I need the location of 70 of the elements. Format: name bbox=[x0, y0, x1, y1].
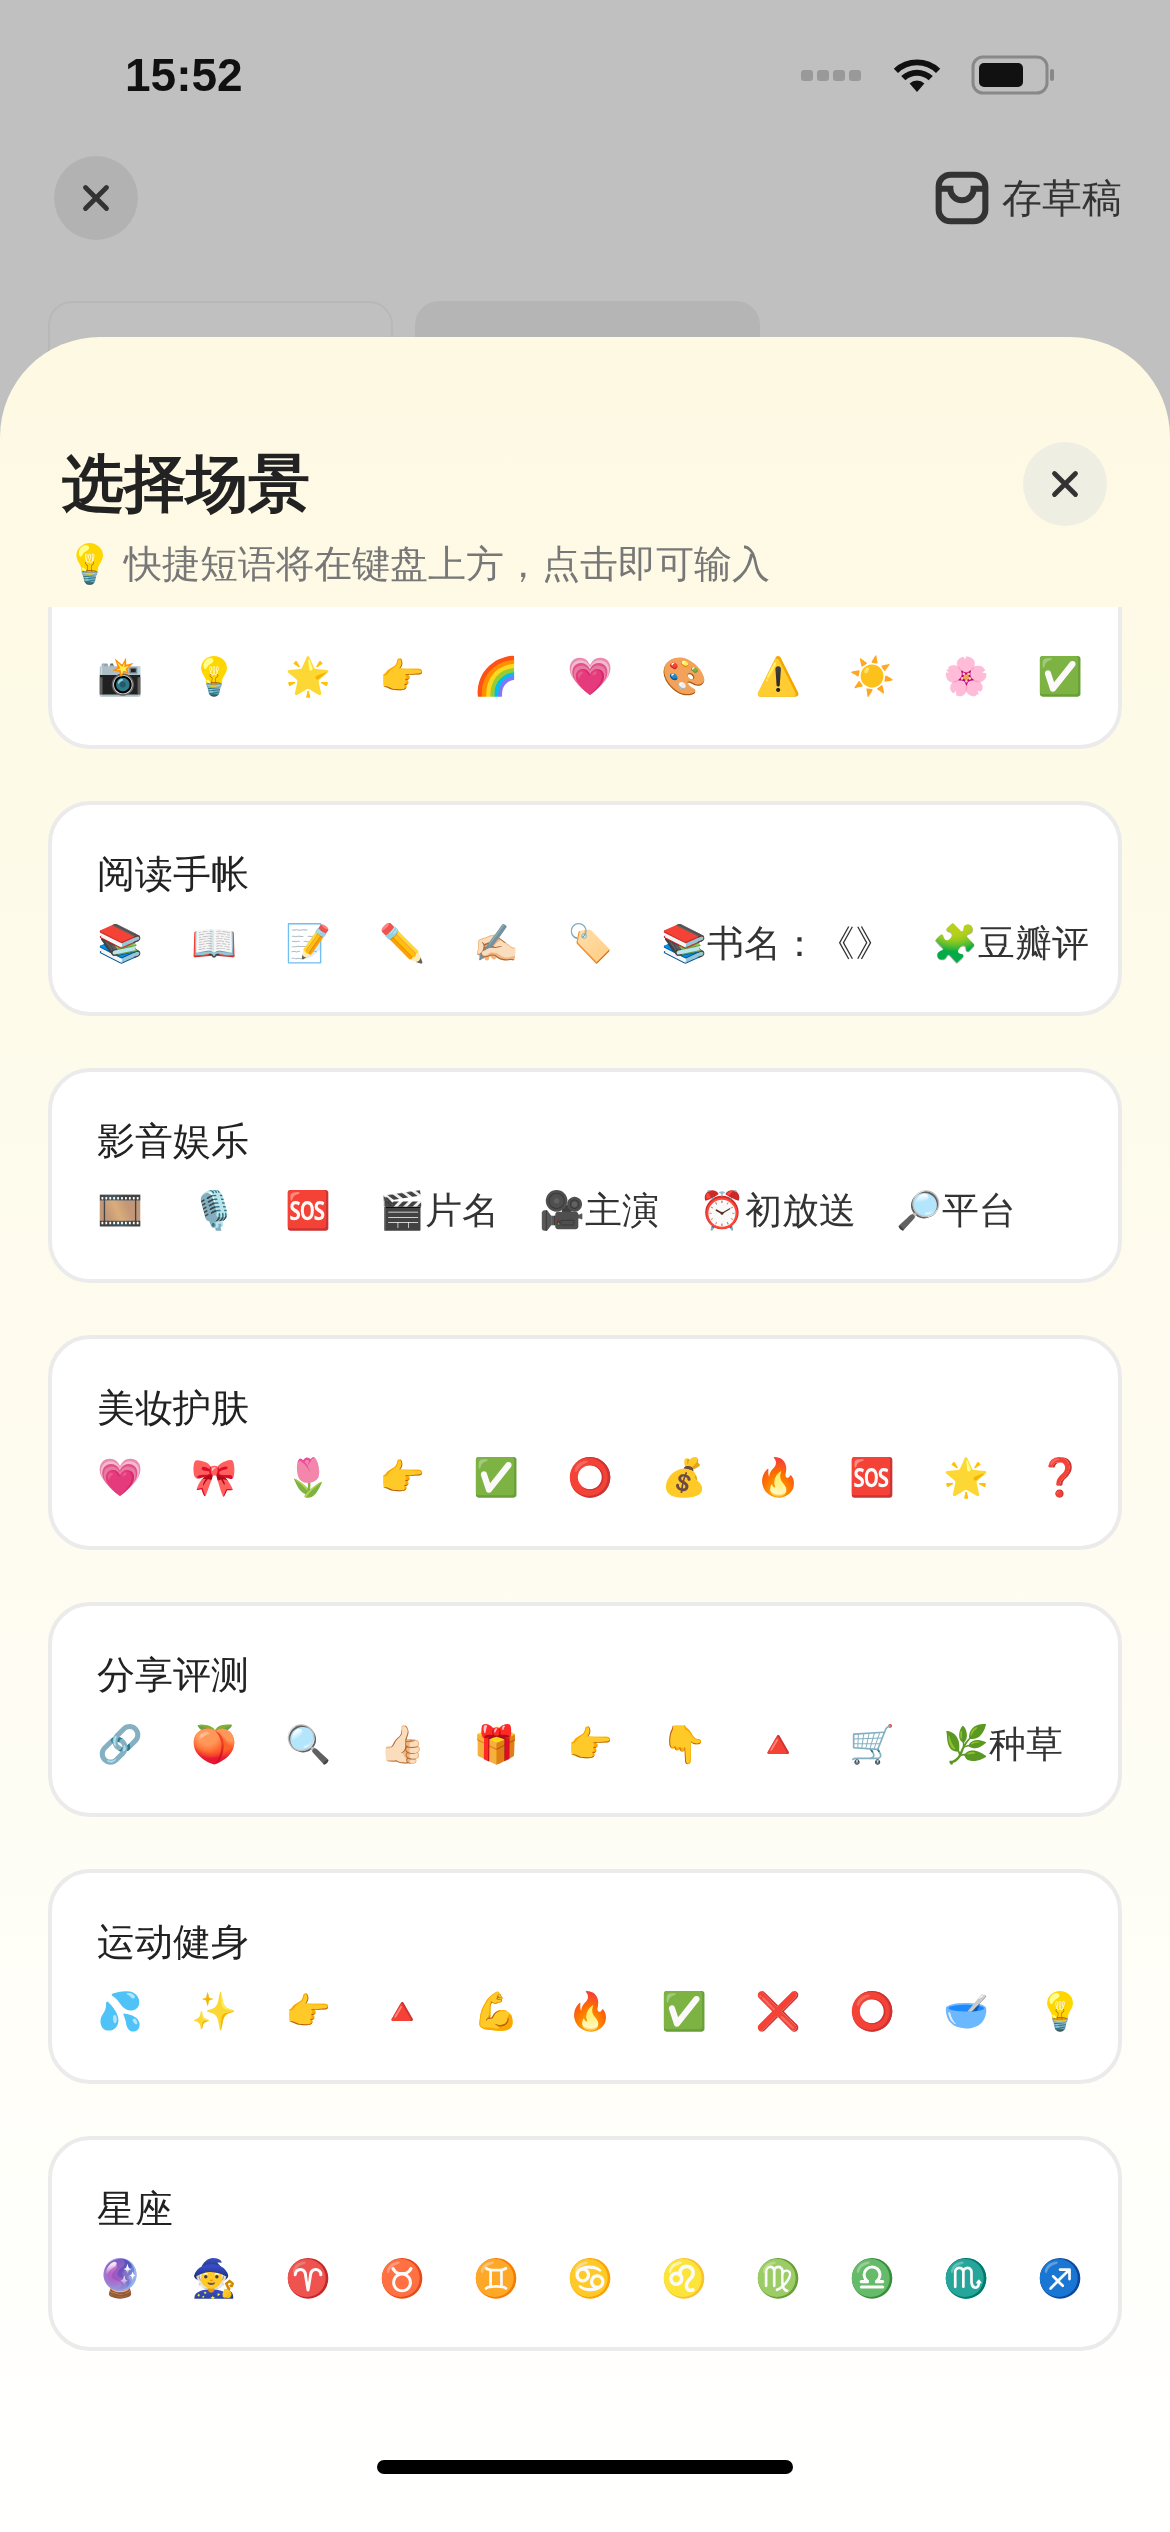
phrase-chip[interactable]: ✅ bbox=[473, 1459, 527, 1496]
phrase-chip[interactable]: 🔥 bbox=[567, 1993, 621, 2030]
phrase-chip[interactable]: ♈ bbox=[285, 2260, 339, 2297]
phrase-chip[interactable]: ✍🏻 bbox=[473, 925, 527, 962]
phrase-chip[interactable]: 🛒 bbox=[849, 1726, 903, 1763]
phrase-chip[interactable]: 🏷 bbox=[567, 925, 621, 962]
save-draft-button[interactable]: 存草稿 bbox=[934, 168, 1122, 228]
phrase-chip[interactable]: ⭕ bbox=[567, 1459, 621, 1496]
sheet-title: 选择场景 bbox=[62, 448, 310, 520]
hint-text: 💡 快捷短语将在键盘上方，点击即可输入 bbox=[66, 542, 771, 587]
phrase-chip[interactable]: 🌷 bbox=[285, 1459, 339, 1496]
scene-card[interactable]: 运动健身 💦 ✨ 👉 🔺 💪 🔥 ✅ ❌ ⭕ 🥣 💡 bbox=[48, 1869, 1122, 2084]
phrase-chip[interactable]: ⭕ bbox=[849, 1993, 903, 2030]
phrase-chip[interactable]: 🎀 bbox=[191, 1459, 245, 1496]
phrase-chip[interactable]: 👍🏻 bbox=[379, 1726, 433, 1763]
phrase-chip[interactable]: 📖 bbox=[191, 925, 245, 962]
inbox-icon bbox=[934, 170, 990, 226]
scene-card[interactable]: 阅读手帐 📚 📖 📝 ✏ ✍🏻 🏷 📚书名：《》 🧩豆瓣评 bbox=[48, 801, 1122, 1016]
phrase-chip[interactable]: 🔮 bbox=[97, 2260, 151, 2297]
phrase-chip[interactable]: 🆘 bbox=[285, 1192, 339, 1229]
scene-title: 阅读手帐 bbox=[97, 855, 249, 897]
phrase-chip[interactable]: 📚书名：《》 bbox=[661, 925, 892, 962]
phrase-chip[interactable]: 💦 bbox=[97, 1993, 151, 2030]
phrase-chip[interactable]: 🔎平台 bbox=[896, 1192, 1016, 1229]
scene-card[interactable]: 分享评测 🔗 🍑 🔍 👍🏻 🎁 👉 👇 🔺 🛒 🌿种草 bbox=[48, 1602, 1122, 1817]
phrase-chip[interactable]: ✅ bbox=[661, 1993, 715, 2030]
status-time: 15:52 bbox=[125, 47, 243, 103]
scene-title: 美妆护肤 bbox=[97, 1389, 249, 1431]
phrase-chip[interactable]: 🔺 bbox=[379, 1993, 433, 2030]
phrase-chip[interactable]: 🆘 bbox=[849, 1459, 903, 1496]
phrase-chip[interactable]: 🎞 bbox=[97, 1192, 151, 1229]
phrase-chip[interactable]: 🔥 bbox=[755, 1459, 809, 1496]
scene-title: 影音娱乐 bbox=[97, 1122, 249, 1164]
phrase-chip[interactable]: 📚 bbox=[97, 925, 151, 962]
phrase-chip[interactable]: 🧩豆瓣评 bbox=[932, 925, 1089, 962]
phrase-chip[interactable]: 🎁 bbox=[473, 1726, 527, 1763]
phrase-chip[interactable]: ✅ bbox=[1037, 658, 1091, 695]
phrase-chip[interactable]: ❌ bbox=[755, 1993, 809, 2030]
phrase-chip[interactable]: 🎥主演 bbox=[539, 1192, 659, 1229]
phrase-chip[interactable]: 🔺 bbox=[755, 1726, 809, 1763]
phrase-chip[interactable]: ♉ bbox=[379, 2260, 433, 2297]
phrase-chip[interactable]: 🌸 bbox=[943, 658, 997, 695]
phrase-chip[interactable]: ♎ bbox=[849, 2260, 903, 2297]
scene-card[interactable]: 📸 💡 🌟 👉 🌈 💗 🎨 ⚠ ☀ 🌸 ✅ bbox=[48, 607, 1122, 749]
phrase-chip[interactable]: 🔗 bbox=[97, 1726, 151, 1763]
scene-card[interactable]: 星座 🔮 🧙 ♈ ♉ ♊ ♋ ♌ ♍ ♎ ♏ ♐ bbox=[48, 2136, 1122, 2351]
phrase-chip[interactable]: 🎬片名 bbox=[379, 1192, 499, 1229]
phrase-chip[interactable]: ❓ bbox=[1037, 1459, 1091, 1496]
phrase-chip[interactable]: 🍑 bbox=[191, 1726, 245, 1763]
phrase-chip[interactable]: 📸 bbox=[97, 658, 151, 695]
phrase-chip[interactable]: ♏ bbox=[943, 2260, 997, 2297]
battery-icon bbox=[971, 55, 1055, 95]
wifi-icon bbox=[891, 56, 943, 94]
phrase-chip[interactable]: 🥣 bbox=[943, 1993, 997, 2030]
phrase-chip[interactable]: 🌿种草 bbox=[943, 1726, 1063, 1763]
phrase-chip[interactable]: ♐ bbox=[1037, 2260, 1091, 2297]
scene-card[interactable]: 影音娱乐 🎞 🎙 🆘 🎬片名 🎥主演 ⏰初放送 🔎平台 bbox=[48, 1068, 1122, 1283]
phrase-chip[interactable]: ⏰初放送 bbox=[699, 1192, 856, 1229]
scene-title: 星座 bbox=[97, 2190, 173, 2232]
phrase-chip[interactable]: ♍ bbox=[755, 2260, 809, 2297]
phrase-chip[interactable]: 💗 bbox=[567, 658, 621, 695]
signal-icon bbox=[801, 68, 863, 82]
scene-title: 运动健身 bbox=[97, 1923, 249, 1965]
scene-title: 分享评测 bbox=[97, 1656, 249, 1698]
phrase-chip[interactable]: 🎨 bbox=[661, 658, 715, 695]
scene-card[interactable]: 美妆护肤 💗 🎀 🌷 👉 ✅ ⭕ 💰 🔥 🆘 🌟 ❓ bbox=[48, 1335, 1122, 1550]
phrase-chip[interactable]: 🧙 bbox=[191, 2260, 245, 2297]
phrase-chip[interactable]: 💗 bbox=[97, 1459, 151, 1496]
phrase-chip[interactable]: 🎙 bbox=[191, 1192, 245, 1229]
phrase-chip[interactable]: 🔍 bbox=[285, 1726, 339, 1763]
